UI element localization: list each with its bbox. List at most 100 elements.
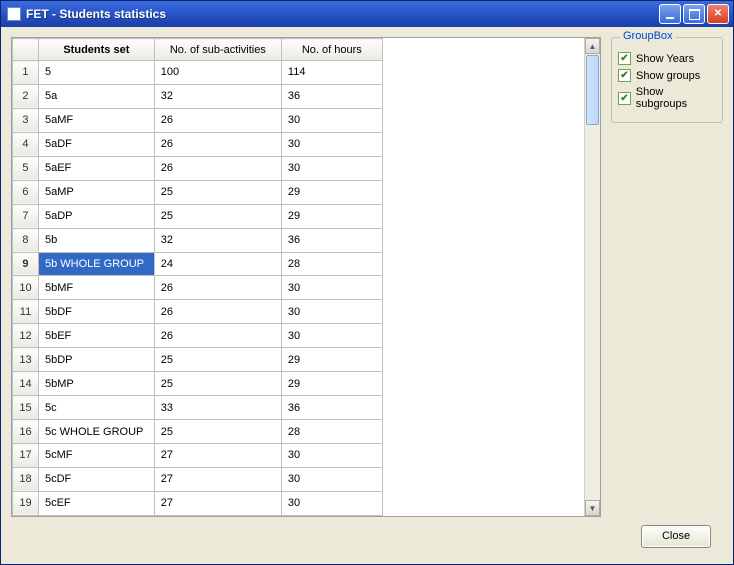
cell-hours[interactable]: 30 [281,491,382,515]
show-subgroups-checkbox[interactable]: ✔ [618,92,631,105]
row-number[interactable]: 18 [13,467,39,491]
row-number[interactable]: 14 [13,372,39,396]
row-number[interactable]: 15 [13,396,39,420]
cell-sub-activities[interactable]: 25 [154,180,281,204]
row-number[interactable]: 4 [13,132,39,156]
table-row[interactable]: 115bDF2630 [13,300,584,324]
cell-sub-activities[interactable]: 32 [154,84,281,108]
cell-students-set[interactable]: 5aDF [38,132,154,156]
row-number[interactable]: 13 [13,348,39,372]
cell-students-set[interactable]: 5c WHOLE GROUP [38,420,154,444]
cell-students-set[interactable]: 5a [38,84,154,108]
table-row[interactable]: 165c WHOLE GROUP2528 [13,420,584,444]
cell-sub-activities[interactable]: 27 [154,444,281,468]
table-row[interactable]: 45aDF2630 [13,132,584,156]
cell-students-set[interactable]: 5cEF [38,491,154,515]
scroll-track[interactable] [585,54,600,500]
table-row[interactable]: 145bMP2529 [13,372,584,396]
cell-hours[interactable]: 30 [281,467,382,491]
cell-students-set[interactable]: 5b WHOLE GROUP [38,252,154,276]
cell-students-set[interactable]: 5bEF [38,324,154,348]
table-row[interactable]: 25a3236 [13,84,584,108]
cell-students-set[interactable]: 5bMP [38,372,154,396]
vertical-scrollbar[interactable]: ▲ ▼ [584,38,600,516]
col-header-hours[interactable]: No. of hours [281,39,382,61]
scroll-down-button[interactable]: ▼ [585,500,600,516]
cell-hours[interactable]: 30 [281,300,382,324]
cell-hours[interactable]: 30 [281,132,382,156]
row-number[interactable]: 5 [13,156,39,180]
row-number[interactable]: 3 [13,108,39,132]
table-row[interactable]: 15100114 [13,61,584,85]
cell-students-set[interactable]: 5 [38,61,154,85]
table-row[interactable]: 35aMF2630 [13,108,584,132]
cell-sub-activities[interactable]: 27 [154,491,281,515]
show-years-checkbox[interactable]: ✔ [618,52,631,65]
cell-sub-activities[interactable]: 25 [154,372,281,396]
table-row[interactable]: 195cEF2730 [13,491,584,515]
cell-sub-activities[interactable]: 26 [154,276,281,300]
cell-students-set[interactable]: 5bDP [38,348,154,372]
cell-hours[interactable]: 30 [281,108,382,132]
row-number[interactable]: 10 [13,276,39,300]
cell-sub-activities[interactable]: 27 [154,467,281,491]
table-row[interactable]: 55aEF2630 [13,156,584,180]
table-row[interactable]: 105bMF2630 [13,276,584,300]
minimize-button[interactable] [659,4,681,24]
cell-hours[interactable]: 36 [281,228,382,252]
show-groups-row[interactable]: ✔ Show groups [618,69,716,82]
cell-sub-activities[interactable]: 26 [154,108,281,132]
cell-hours[interactable]: 30 [281,444,382,468]
table-row[interactable]: 75aDP2529 [13,204,584,228]
cell-students-set[interactable]: 5aMF [38,108,154,132]
maximize-button[interactable] [683,4,705,24]
cell-sub-activities[interactable]: 26 [154,132,281,156]
cell-hours[interactable]: 28 [281,420,382,444]
cell-students-set[interactable]: 5aMP [38,180,154,204]
cell-sub-activities[interactable]: 26 [154,324,281,348]
cell-hours[interactable]: 29 [281,180,382,204]
row-number[interactable]: 9 [13,252,39,276]
cell-hours[interactable]: 30 [281,156,382,180]
cell-sub-activities[interactable]: 25 [154,204,281,228]
cell-sub-activities[interactable]: 32 [154,228,281,252]
cell-hours[interactable]: 30 [281,324,382,348]
table-row[interactable]: 185cDF2730 [13,467,584,491]
row-number[interactable]: 19 [13,491,39,515]
cell-hours[interactable]: 36 [281,84,382,108]
table-row[interactable]: 95b WHOLE GROUP2428 [13,252,584,276]
cell-sub-activities[interactable]: 100 [154,61,281,85]
corner-header[interactable] [13,39,39,61]
cell-sub-activities[interactable]: 26 [154,300,281,324]
cell-students-set[interactable]: 5bMF [38,276,154,300]
cell-hours[interactable]: 28 [281,252,382,276]
table-row[interactable]: 175cMF2730 [13,444,584,468]
show-groups-checkbox[interactable]: ✔ [618,69,631,82]
row-number[interactable]: 2 [13,84,39,108]
scroll-up-button[interactable]: ▲ [585,38,600,54]
cell-sub-activities[interactable]: 26 [154,156,281,180]
cell-students-set[interactable]: 5bDF [38,300,154,324]
cell-students-set[interactable]: 5cMF [38,444,154,468]
cell-sub-activities[interactable]: 25 [154,348,281,372]
cell-students-set[interactable]: 5b [38,228,154,252]
cell-students-set[interactable]: 5c [38,396,154,420]
cell-students-set[interactable]: 5cDF [38,467,154,491]
row-number[interactable]: 12 [13,324,39,348]
cell-students-set[interactable]: 5aDP [38,204,154,228]
row-number[interactable]: 11 [13,300,39,324]
close-window-button[interactable] [707,4,729,24]
table-row[interactable]: 155c3336 [13,396,584,420]
table-row[interactable]: 135bDP2529 [13,348,584,372]
cell-hours[interactable]: 29 [281,372,382,396]
close-button[interactable]: Close [641,525,711,548]
row-number[interactable]: 6 [13,180,39,204]
scroll-thumb[interactable] [586,55,599,125]
show-years-row[interactable]: ✔ Show Years [618,52,716,65]
row-number[interactable]: 17 [13,444,39,468]
table-row[interactable]: 85b3236 [13,228,584,252]
cell-students-set[interactable]: 5aEF [38,156,154,180]
show-subgroups-row[interactable]: ✔ Show subgroups [618,86,716,110]
cell-hours[interactable]: 30 [281,276,382,300]
col-header-students-set[interactable]: Students set [38,39,154,61]
